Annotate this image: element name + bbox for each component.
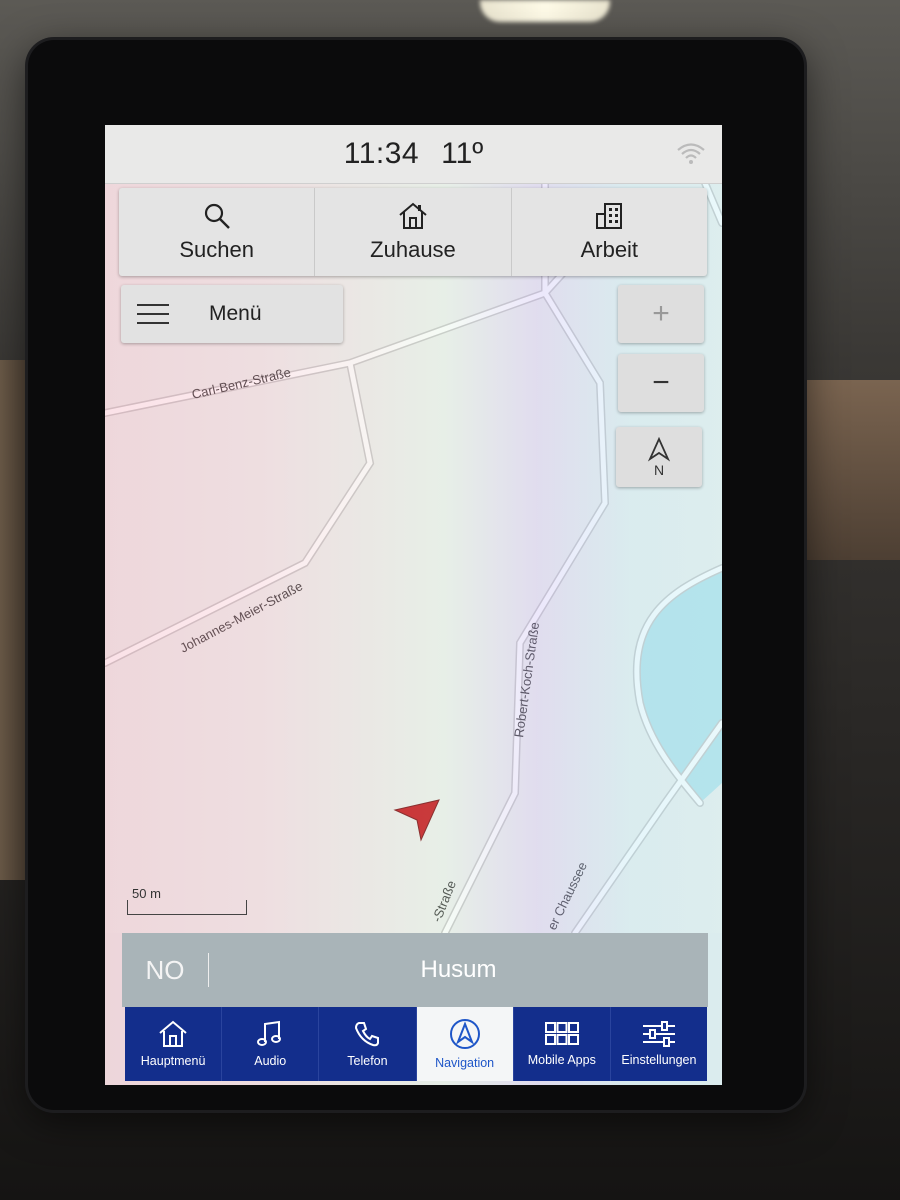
status-bar: 11:34 11º xyxy=(105,125,722,184)
wifi-icon xyxy=(676,141,706,170)
nav-item-mobile-apps[interactable]: Mobile Apps xyxy=(514,1007,611,1081)
home-icon xyxy=(159,1020,187,1047)
compass-button[interactable]: N xyxy=(616,427,702,487)
nav-item-audio[interactable]: Audio xyxy=(222,1007,320,1081)
quick-actions: Suchen Zuhause Arbeit xyxy=(119,188,707,276)
building-icon xyxy=(596,203,623,229)
nav-label-audio: Audio xyxy=(254,1054,287,1068)
map-scale-label: 50 m xyxy=(132,886,161,901)
nav-label-settings: Einstellungen xyxy=(621,1053,697,1067)
road-code: NO xyxy=(122,953,209,987)
navigation-icon xyxy=(449,1019,480,1049)
search-button[interactable]: Suchen xyxy=(119,188,316,276)
apps-grid-icon xyxy=(544,1022,579,1045)
clock: 11:34 xyxy=(343,137,420,170)
nav-label-main-menu: Hauptmenü xyxy=(140,1054,206,1068)
hamburger-icon xyxy=(137,304,169,324)
menu-button[interactable]: Menü xyxy=(121,285,343,343)
nav-item-main-menu[interactable]: Hauptmenü xyxy=(125,1007,223,1081)
nav-item-phone[interactable]: Telefon xyxy=(319,1007,417,1081)
home-icon xyxy=(399,202,427,229)
nav-item-settings[interactable]: Einstellungen xyxy=(611,1007,707,1081)
nav-label-phone: Telefon xyxy=(347,1054,388,1068)
zoom-out-button[interactable]: − xyxy=(618,354,704,412)
settings-sliders-icon xyxy=(642,1021,675,1047)
nav-label-navigation: Navigation xyxy=(435,1056,495,1070)
home-button-label: Zuhause xyxy=(370,237,456,262)
home-destination-button[interactable]: Zuhause xyxy=(315,188,512,276)
ceiling-light xyxy=(480,0,610,22)
work-button-label: Arbeit xyxy=(580,237,639,262)
outside-temperature: 11º xyxy=(441,137,484,170)
nav-label-mobile-apps: Mobile Apps xyxy=(527,1053,596,1067)
menu-label: Menü xyxy=(209,302,262,325)
search-button-label: Suchen xyxy=(179,237,254,262)
infotainment-screen: Carl-Benz-Straße Johannes-Meier-Straße R… xyxy=(105,125,722,1085)
phone-icon xyxy=(355,1022,380,1047)
zoom-in-button[interactable]: + xyxy=(618,285,704,343)
music-note-icon xyxy=(257,1020,282,1046)
destination-name: Husum xyxy=(420,956,497,983)
bottom-navigation-bar: Hauptmenü Audio Telefon Navigation Mobil… xyxy=(125,1007,707,1081)
car-interior-right xyxy=(790,380,900,560)
compass-north-icon: N xyxy=(647,437,671,477)
map-scale-bar: 50 m xyxy=(127,886,247,915)
search-icon xyxy=(204,203,230,229)
compass-north-label: N xyxy=(654,462,664,477)
route-info-bar[interactable]: NO Husum xyxy=(122,933,708,1007)
nav-item-navigation[interactable]: Navigation xyxy=(416,1007,514,1081)
work-destination-button[interactable]: Arbeit xyxy=(512,188,707,276)
